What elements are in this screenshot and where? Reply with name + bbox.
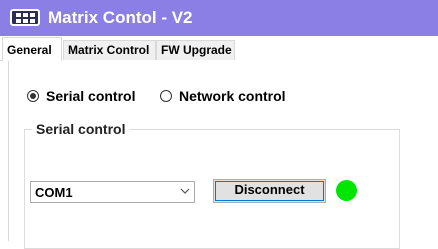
tab-matrix-control[interactable]: Matrix Control [63,40,156,60]
title-bar: Matrix Contol - V2 [0,0,438,36]
radio-checked-icon [27,90,39,102]
com-port-select[interactable]: COM1 [30,181,195,203]
radio-serial-control[interactable]: Serial control [27,88,135,104]
radio-unchecked-icon [160,90,172,102]
chevron-down-icon [180,188,190,194]
connection-status-indicator [336,180,357,201]
radio-serial-control-label: Serial control [46,88,136,104]
tab-fw-upgrade[interactable]: FW Upgrade [156,40,235,60]
com-port-value: COM1 [35,185,73,200]
tab-strip: General Matrix Control FW Upgrade [0,36,438,61]
disconnect-button[interactable]: Disconnect [213,179,326,203]
radio-network-control[interactable]: Network control [160,88,286,104]
tab-general[interactable]: General [2,37,62,61]
matrix-device-icon [10,9,40,26]
window-title: Matrix Contol - V2 [48,8,193,27]
radio-network-control-label: Network control [179,88,286,104]
serial-control-group-title: Serial control [32,121,130,137]
